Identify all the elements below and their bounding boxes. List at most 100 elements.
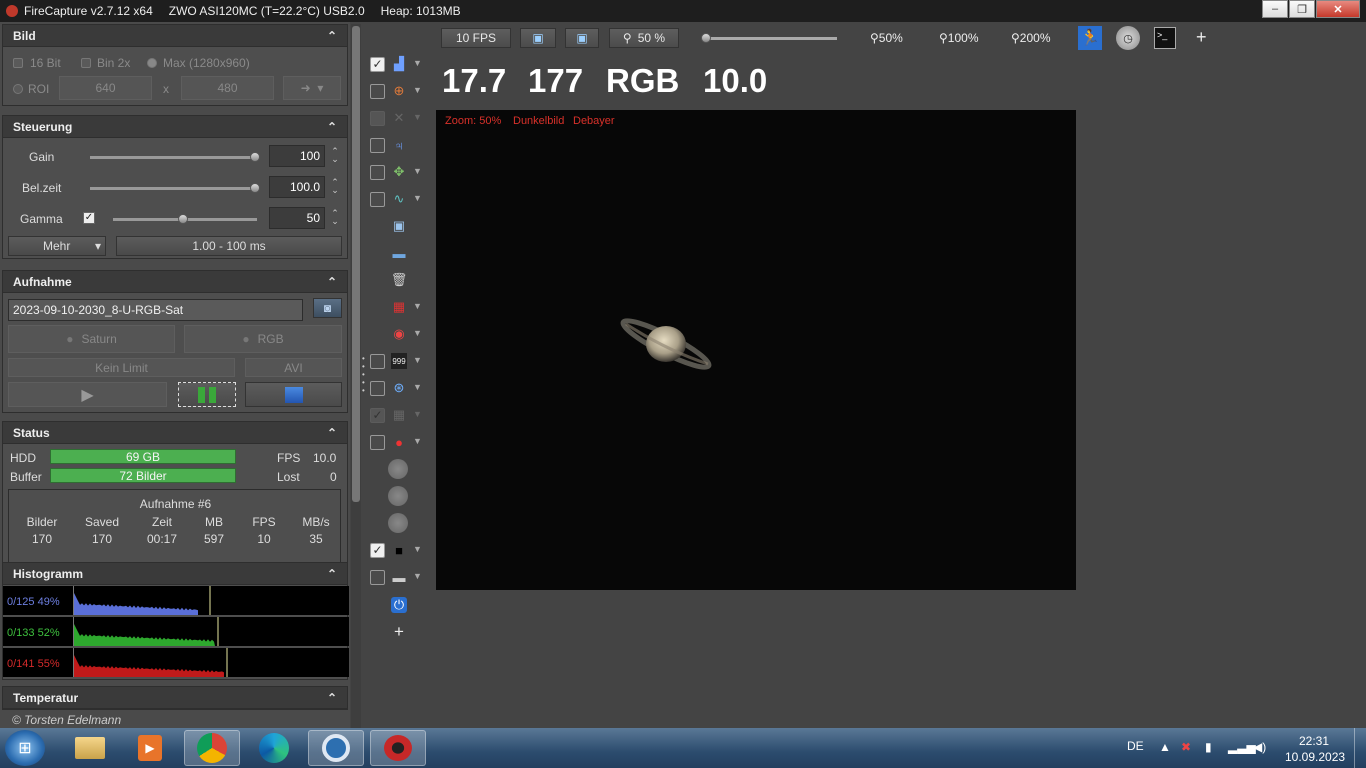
collapse-icon[interactable]: ⌃ xyxy=(327,120,337,134)
roi-height-field[interactable]: 480 xyxy=(181,76,274,100)
firecapture-icon[interactable] xyxy=(370,730,426,766)
belzeit-slider-knob[interactable] xyxy=(250,183,260,193)
placeholder-button-2[interactable] xyxy=(388,486,408,506)
collapse-icon[interactable]: ⌃ xyxy=(327,29,337,43)
restore-button[interactable]: ❐ xyxy=(1289,0,1315,18)
gain-input[interactable]: 100 xyxy=(269,145,325,167)
chevron-down-icon[interactable]: ▼ xyxy=(413,544,422,554)
add-button[interactable]: + xyxy=(1196,27,1207,48)
gain-spinner[interactable]: ⌃ ⌄ xyxy=(329,147,341,164)
zoom-slider[interactable] xyxy=(705,37,837,40)
chevron-down-icon[interactable]: ▼ xyxy=(413,571,422,581)
chevron-down-icon[interactable]: ▼ xyxy=(413,166,422,176)
focus-checkbox[interactable] xyxy=(370,84,385,99)
device-icon[interactable]: ▮ xyxy=(1205,740,1212,754)
clock-date[interactable]: 10.09.2023 xyxy=(1285,750,1345,764)
belzeit-input[interactable]: 100.0 xyxy=(269,176,325,198)
histogram-icon[interactable]: ▟ xyxy=(391,56,407,72)
folder-icon[interactable]: ▬ xyxy=(391,245,407,261)
target-checkbox[interactable] xyxy=(370,381,385,396)
zoom-200-link[interactable]: ⚲200% xyxy=(1011,31,1051,45)
gamma-slider-knob[interactable] xyxy=(178,214,188,224)
gamma-spinner[interactable]: ⌃ ⌄ xyxy=(329,209,341,226)
gain-slider[interactable] xyxy=(90,156,256,159)
minimize-button[interactable]: ‒ xyxy=(1262,0,1288,18)
cross-checkbox[interactable] xyxy=(370,111,385,126)
collapse-icon[interactable]: ⌃ xyxy=(327,691,337,705)
chrome-icon[interactable] xyxy=(184,730,240,766)
add-tool-button[interactable]: + xyxy=(391,622,407,641)
gamma-checkbox[interactable]: ✓ xyxy=(83,212,95,224)
color-mode-button[interactable]: ● RGB xyxy=(184,325,342,353)
play-button[interactable]: ▶ xyxy=(8,382,167,407)
show-desktop-button[interactable] xyxy=(1354,728,1366,768)
max-radio[interactable] xyxy=(147,58,157,68)
histogramm-header[interactable]: Histogramm ⌃ xyxy=(3,563,347,585)
chevron-down-icon[interactable]: ▼ xyxy=(413,355,422,365)
histogram-checkbox[interactable]: ✓ xyxy=(370,57,385,72)
collapse-icon[interactable]: ⌃ xyxy=(327,275,337,289)
left-panel-scrollbar[interactable] xyxy=(351,24,361,730)
black-rect-icon[interactable]: ■ xyxy=(391,542,407,558)
zoom-50-link[interactable]: ⚲50% xyxy=(870,31,903,45)
align-checkbox[interactable] xyxy=(370,165,385,180)
chevron-down-icon[interactable]: ▼ xyxy=(413,436,422,446)
roi-width-field[interactable]: 640 xyxy=(59,76,152,100)
video-preview[interactable]: Zoom: 50% Dunkelbild Debayer xyxy=(436,110,1076,590)
blackframe-checkbox[interactable]: ✓ xyxy=(370,543,385,558)
scrollbar-thumb[interactable] xyxy=(352,26,360,502)
camera-settings-button[interactable]: ◙ xyxy=(313,298,342,318)
chevron-down-icon[interactable]: ▼ xyxy=(413,328,422,338)
crosshair-icon[interactable]: ⊕ xyxy=(391,83,407,99)
start-orb[interactable]: ⊞ xyxy=(5,730,45,766)
roi-radio[interactable] xyxy=(13,84,23,94)
power-icon[interactable]: ⏻ xyxy=(391,597,407,613)
collapse-icon[interactable]: ⌃ xyxy=(327,426,337,440)
pause-button[interactable] xyxy=(178,382,236,407)
mehr-dropdown[interactable]: Mehr ▾ xyxy=(8,236,106,256)
belzeit-slider[interactable] xyxy=(90,187,256,190)
media-player-icon[interactable]: ▶ xyxy=(122,730,178,766)
fullscreen-button[interactable]: ▣ xyxy=(565,28,599,48)
network-warning-icon[interactable]: ✖ xyxy=(1181,740,1191,754)
volume-icon[interactable]: ◀) xyxy=(1253,740,1266,754)
chevron-down-icon[interactable]: ▼ xyxy=(413,193,422,203)
format-button[interactable]: AVI xyxy=(245,358,342,377)
align-icon[interactable]: ✥ xyxy=(391,164,407,180)
exposure-range-button[interactable]: 1.00 - 100 ms xyxy=(116,236,342,256)
steuerung-header[interactable]: Steuerung ⌃ xyxy=(3,116,347,138)
counter-checkbox[interactable] xyxy=(370,354,385,369)
aufnahme-header[interactable]: Aufnahme ⌃ xyxy=(3,271,347,293)
jupiter-symbol-icon[interactable]: ♃ xyxy=(391,137,407,153)
filename-field[interactable]: 2023-09-10-2030_8-U-RGB-Sat xyxy=(8,299,303,321)
placeholder-button-3[interactable] xyxy=(388,513,408,533)
stopwatch-icon[interactable]: ◷ xyxy=(1116,26,1140,50)
quality-checkbox[interactable] xyxy=(370,192,385,207)
chevron-down-icon[interactable]: ▼ xyxy=(413,382,422,392)
cross-icon[interactable]: ✕ xyxy=(391,110,407,126)
stop-button[interactable] xyxy=(245,382,342,407)
monitor-button[interactable]: ▣ xyxy=(520,28,556,48)
fps-button[interactable]: 10 FPS xyxy=(441,28,511,48)
clock-time[interactable]: 22:31 xyxy=(1299,734,1329,748)
chevron-down-icon[interactable]: ▼ xyxy=(413,85,422,95)
roi-preset-dropdown[interactable]: ➜ ▾ xyxy=(283,76,341,100)
signal-icon[interactable]: ▂▃▅ xyxy=(1228,740,1256,754)
save-icon[interactable]: ▣ xyxy=(391,218,407,234)
chevron-down-icon[interactable]: ▼ xyxy=(413,112,422,122)
terminal-icon[interactable]: >_ xyxy=(1154,27,1176,49)
grid-icon[interactable]: ▦ xyxy=(391,407,407,423)
close-button[interactable]: ✕ xyxy=(1316,0,1360,18)
bild-header[interactable]: Bild ⌃ xyxy=(3,25,347,47)
bin2x-checkbox[interactable] xyxy=(81,58,91,68)
status-header[interactable]: Status ⌃ xyxy=(3,422,347,444)
zoom-100-link[interactable]: ⚲100% xyxy=(939,31,979,45)
zoom-button[interactable]: ⚲ 50 % xyxy=(609,28,679,48)
run-icon[interactable]: 🏃 xyxy=(1078,26,1102,50)
counter-icon[interactable]: 999 xyxy=(391,353,407,369)
zoom-slider-knob[interactable] xyxy=(701,33,711,43)
collapse-icon[interactable]: ⌃ xyxy=(327,567,337,581)
limit-button[interactable]: Kein Limit xyxy=(8,358,235,377)
jupiter-checkbox[interactable] xyxy=(370,138,385,153)
colors-checkbox[interactable] xyxy=(370,435,385,450)
